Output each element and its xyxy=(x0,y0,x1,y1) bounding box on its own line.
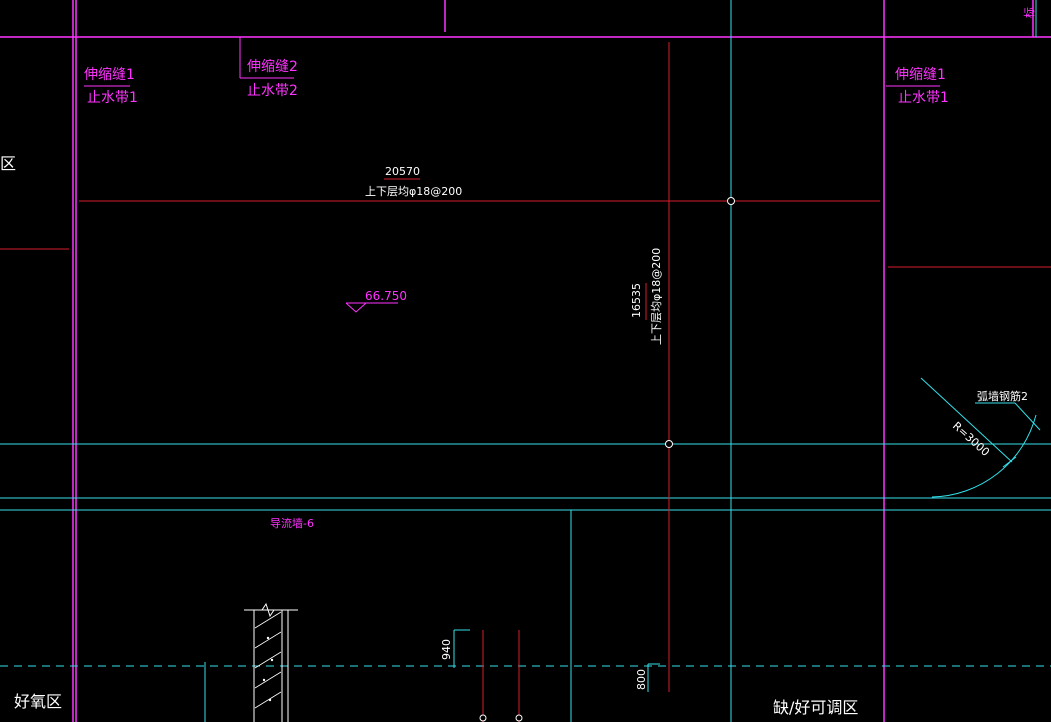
rebar-h-length: 20570 xyxy=(385,165,420,178)
rebar-v-spec: 上下层均φ18@200 xyxy=(650,247,663,345)
waterstop-label-1-left: 止水带1 xyxy=(87,90,138,106)
joint-label-2: 伸缩缝2 xyxy=(247,59,298,75)
magenta-gridlines xyxy=(0,0,1051,722)
rebar-v-length: 16535 xyxy=(630,283,643,318)
deflector-wall-label: 导流墙-6 xyxy=(270,517,314,530)
dimension-800: 800 xyxy=(635,669,648,690)
cad-drawing-canvas[interactable] xyxy=(0,0,1051,722)
top-right-fragment: 标 xyxy=(1023,7,1036,18)
elevation-label: 66.750 xyxy=(365,289,407,303)
node-markers xyxy=(479,197,735,722)
joint-label-1-right: 伸缩缝1 xyxy=(895,67,946,83)
joint-leaders xyxy=(84,37,940,313)
waterstop-label-2: 止水带2 xyxy=(247,83,298,99)
cyan-axis-lines xyxy=(0,0,1051,722)
rebar-lines xyxy=(0,42,1051,722)
joint-label-1-left: 伸缩缝1 xyxy=(84,67,135,83)
waterstop-label-1-right: 止水带1 xyxy=(898,90,949,106)
deflector-wall-section xyxy=(244,602,298,722)
zone-aerobic-label: 好氧区 xyxy=(14,692,63,711)
dimension-940: 940 xyxy=(440,639,453,660)
rebar-h-spec: 上下层均φ18@200 xyxy=(365,185,463,198)
zone-anoxic-label: 缺/好可调区 xyxy=(773,698,859,717)
curved-wall-label: 弧墙钢筋2 xyxy=(977,390,1028,403)
zone-left-fragment: 区 xyxy=(0,154,17,173)
